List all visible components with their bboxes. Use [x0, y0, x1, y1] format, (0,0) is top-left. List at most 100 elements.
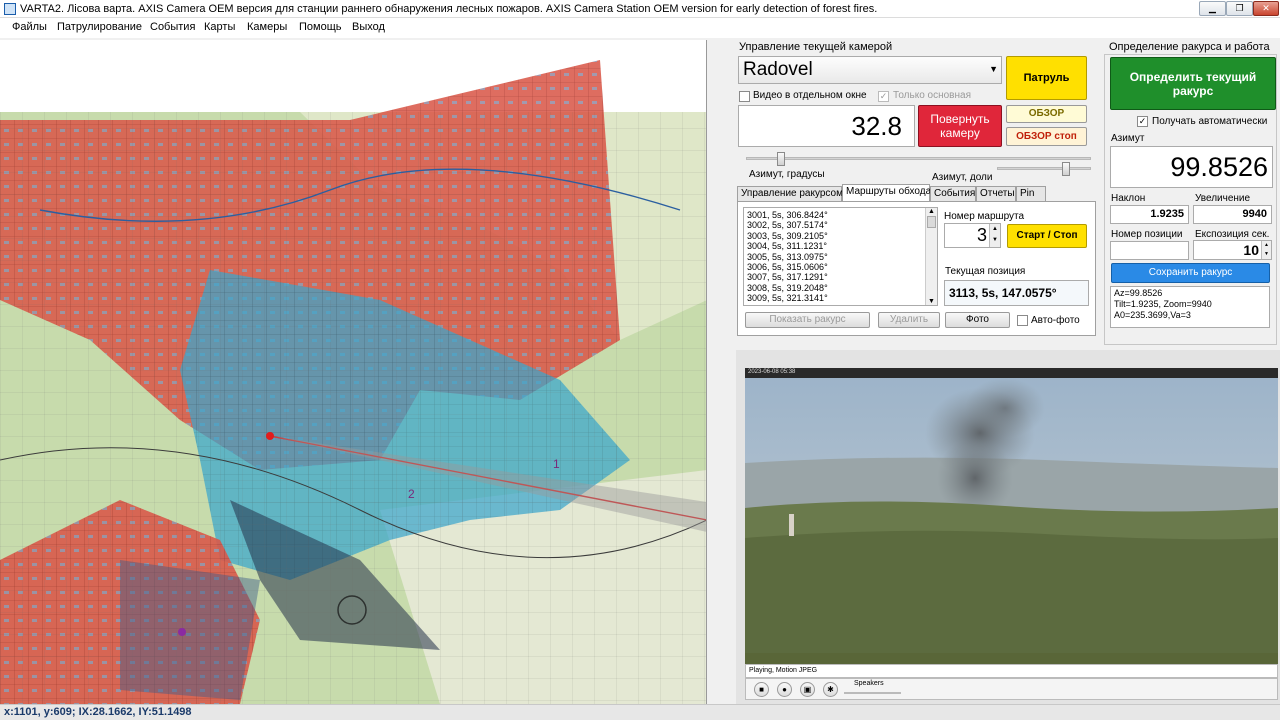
- route-number-value: 3: [976, 225, 987, 245]
- tab-view-control[interactable]: Управление ракурсом: [737, 186, 843, 201]
- video-controls: ■ ● ▣ ✱ Speakers: [745, 678, 1278, 700]
- menu-cameras[interactable]: Камеры: [247, 21, 287, 33]
- tilt-value[interactable]: 1.9235: [1110, 205, 1189, 224]
- route-rows: 3001, 5s, 306.8424° 3002, 5s, 307.5174° 30…: [747, 210, 934, 304]
- stepper-arrows-icon[interactable]: ▲ ▼: [1261, 241, 1271, 259]
- define-view-button[interactable]: Определить текущий ракурс: [1110, 57, 1276, 110]
- azimuth-degrees-label: Азимут, градусы: [749, 169, 825, 180]
- route-list-item[interactable]: 3002, 5s, 307.5174°: [747, 220, 934, 230]
- camera-name: Radovel: [743, 59, 813, 80]
- settings-icon[interactable]: ✱: [823, 682, 838, 697]
- overview-stop-button[interactable]: ОБЗОР стоп: [1006, 127, 1087, 146]
- tab-reports[interactable]: Отчеты: [976, 186, 1016, 201]
- azimuth-fraction-track: [997, 167, 1091, 170]
- rotate-camera-button[interactable]: Повернуть камеру: [918, 105, 1002, 147]
- cursor-coordinates: x:1101, y:609; IX:28.1662, IY:51.1498: [4, 706, 192, 718]
- route-list-item[interactable]: 3007, 5s, 317.1291°: [747, 272, 934, 282]
- patrol-button[interactable]: Патруль: [1006, 56, 1087, 100]
- scroll-thumb[interactable]: [927, 216, 936, 228]
- map-label-2: 2: [408, 487, 415, 501]
- status-bar: x:1101, y:609; IX:28.1662, IY:51.1498: [0, 704, 1280, 720]
- exposure-value: 10: [1243, 242, 1259, 258]
- exposure-stepper[interactable]: 10 ▲ ▼: [1193, 240, 1272, 260]
- menu-exit[interactable]: Выход: [352, 21, 385, 33]
- video-separate-label: Видео в отдельном окне: [753, 90, 867, 101]
- route-list-item[interactable]: 3005, 5s, 313.0975°: [747, 252, 934, 262]
- photo-button[interactable]: Фото: [945, 312, 1010, 328]
- position-number-field[interactable]: [1110, 241, 1189, 260]
- delete-button[interactable]: Удалить: [878, 312, 940, 328]
- title-bar: VARTA2. Лісова варта. AXIS Camera OEM ве…: [0, 0, 1280, 18]
- azimuth-fraction-slider[interactable]: [1062, 162, 1070, 176]
- route-list-item[interactable]: 3009, 5s, 321.3141°: [747, 293, 934, 303]
- snapshot-icon[interactable]: ▣: [800, 682, 815, 697]
- route-list-item[interactable]: 3008, 5s, 319.2048°: [747, 283, 934, 293]
- save-view-button[interactable]: Сохранить ракурс: [1111, 263, 1270, 283]
- close-button[interactable]: ✕: [1253, 1, 1279, 16]
- tab-pin[interactable]: Pin: [1016, 186, 1046, 201]
- minimize-button[interactable]: ▁: [1199, 1, 1226, 16]
- current-position-field[interactable]: 3113, 5s, 147.0575°: [944, 280, 1089, 306]
- only-main-checkbox[interactable]: ✓: [878, 91, 889, 102]
- video-frame: [745, 368, 1278, 664]
- show-view-button[interactable]: Показать ракурс: [745, 312, 870, 328]
- map-label-1: 1: [553, 457, 560, 471]
- record-icon[interactable]: ●: [777, 682, 792, 697]
- azimuth-value-display[interactable]: 32.8: [738, 105, 915, 147]
- route-list-item[interactable]: 3003, 5s, 309.2105°: [747, 231, 934, 241]
- scroll-up-icon[interactable]: ▲: [926, 208, 937, 215]
- auto-photo-checkbox[interactable]: [1017, 315, 1028, 326]
- route-list-scrollbar[interactable]: ▲ ▼: [925, 208, 937, 305]
- tab-events[interactable]: События: [930, 186, 976, 201]
- auto-receive-checkbox[interactable]: ✓: [1137, 116, 1148, 127]
- menu-files[interactable]: Файлы: [12, 21, 47, 33]
- menu-events[interactable]: События: [150, 21, 195, 33]
- zoom-value[interactable]: 9940: [1193, 205, 1272, 224]
- maximize-button[interactable]: ❐: [1226, 1, 1253, 16]
- view-info-line: Tilt=1.9235, Zoom=9940: [1114, 299, 1212, 309]
- tab-patrol-routes[interactable]: Маршруты обхода: [842, 184, 931, 201]
- view-azimuth-value[interactable]: 99.8526: [1110, 146, 1273, 188]
- camera-select[interactable]: Radovel ▼: [738, 56, 1002, 84]
- video-status: Playing, Motion JPEG: [745, 664, 1278, 678]
- route-number-stepper[interactable]: 3 ▲ ▼: [944, 223, 1001, 248]
- chevron-down-icon: ▼: [989, 64, 998, 74]
- azimuth-fraction-label: Азимут, доли: [932, 172, 993, 183]
- view-info-text[interactable]: Az=99.8526 Tilt=1.9235, Zoom=9940 A0=235…: [1110, 286, 1270, 328]
- forest-map[interactable]: 1 2: [0, 40, 707, 704]
- speakers-volume-slider[interactable]: [844, 692, 901, 694]
- view-azimuth-label: Азимут: [1111, 133, 1145, 144]
- zoom-label: Увеличение: [1195, 193, 1251, 204]
- route-list-item[interactable]: 3006, 5s, 315.0606°: [747, 262, 934, 272]
- camera-video[interactable]: 2023-06-08 05:38: [745, 368, 1278, 664]
- stop-icon[interactable]: ■: [754, 682, 769, 697]
- tilt-label: Наклон: [1111, 193, 1146, 204]
- window-title: VARTA2. Лісова варта. AXIS Camera OEM ве…: [20, 3, 878, 15]
- menu-patrol[interactable]: Патрулирование: [57, 21, 142, 33]
- stepper-arrows-icon[interactable]: ▲ ▼: [989, 224, 1000, 247]
- route-list-item[interactable]: 3001, 5s, 306.8424°: [747, 210, 934, 220]
- view-define-title: Определение ракурса и работа: [1109, 41, 1270, 53]
- camera-control-title: Управление текущей камерой: [739, 41, 893, 53]
- overview-button[interactable]: ОБЗОР: [1006, 105, 1087, 123]
- map-canvas[interactable]: 1 2: [0, 40, 707, 704]
- azimuth-degrees-slider[interactable]: [777, 152, 785, 166]
- scroll-down-icon[interactable]: ▼: [926, 298, 937, 305]
- azimuth-degrees-track: [746, 157, 1091, 160]
- view-info-line: Az=99.8526: [1114, 288, 1163, 298]
- menu-maps[interactable]: Карты: [204, 21, 235, 33]
- only-main-label: Только основная: [893, 90, 971, 101]
- route-number-label: Номер маршрута: [944, 211, 1025, 222]
- route-list-item[interactable]: 3004, 5s, 311.1231°: [747, 241, 934, 251]
- video-separate-checkbox[interactable]: [739, 91, 750, 102]
- view-info-line: A0=235.3699,Va=3: [1114, 310, 1191, 320]
- auto-photo-label: Авто-фото: [1031, 315, 1080, 326]
- speakers-label: Speakers: [854, 680, 884, 687]
- app-icon: [4, 3, 16, 15]
- route-list[interactable]: 3001, 5s, 306.8424° 3002, 5s, 307.5174° 30…: [743, 207, 938, 306]
- menu-bar: Файлы Патрулирование События Карты Камер…: [0, 18, 1280, 38]
- menu-help[interactable]: Помощь: [299, 21, 342, 33]
- exposure-label: Експозиция сек.: [1195, 229, 1270, 240]
- start-stop-button[interactable]: Старт / Стоп: [1007, 224, 1087, 248]
- current-position-label: Текущая позиция: [945, 266, 1026, 277]
